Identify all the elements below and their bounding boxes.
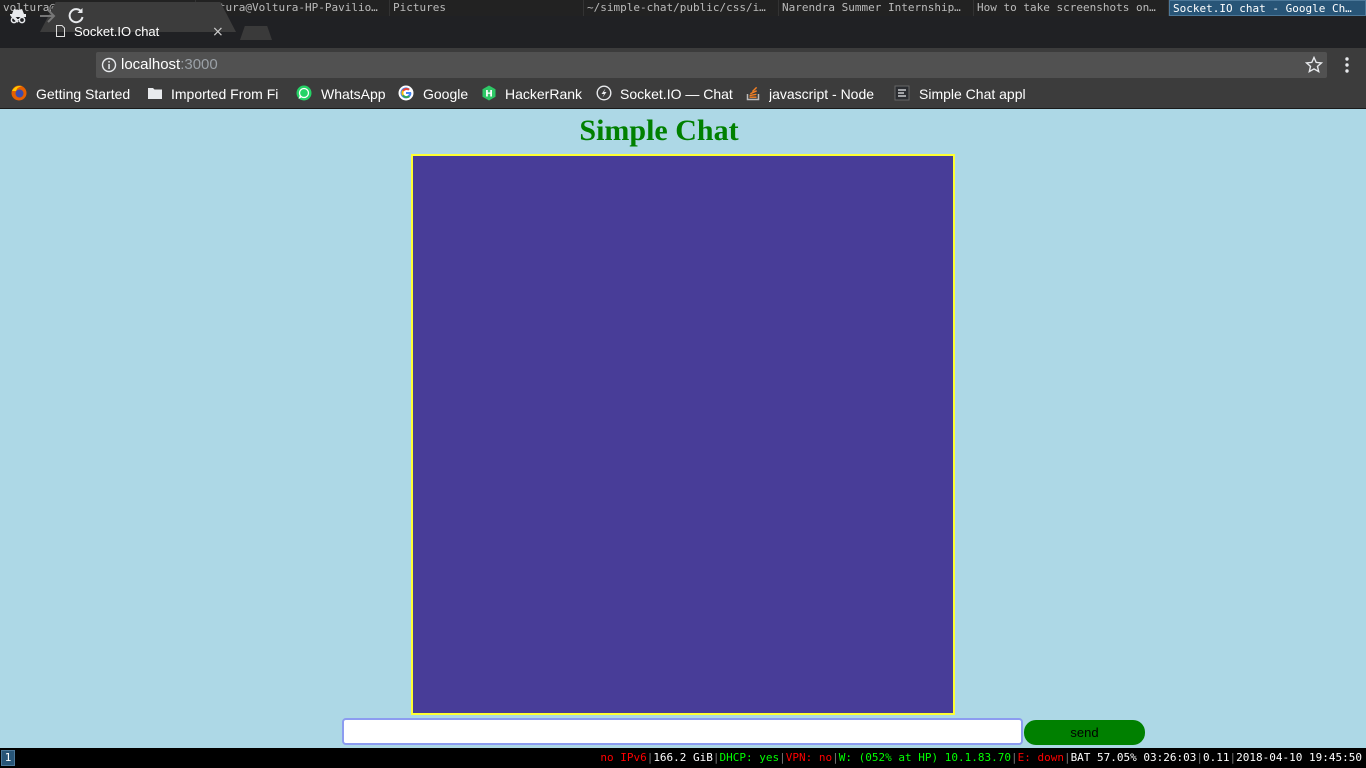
url-port: :3000 xyxy=(180,56,218,73)
bookmark-socketio-chat[interactable]: Socket.IO — Chat xyxy=(620,84,738,104)
back-icon[interactable] xyxy=(9,6,29,26)
datetime-status: 2018-04-10 19:45:50 xyxy=(1236,751,1362,764)
ipv6-status: no IPv6 xyxy=(600,751,647,764)
chat-messages-box[interactable] xyxy=(411,154,955,715)
window-title-active-chrome[interactable]: Socket.IO chat - Google Ch… xyxy=(1169,0,1366,16)
workspace-button[interactable]: 1 xyxy=(1,750,15,766)
whatsapp-icon xyxy=(296,85,312,101)
page-title: Simple Chat xyxy=(579,114,739,147)
firefox-icon xyxy=(11,85,27,101)
new-tab-button[interactable] xyxy=(240,26,272,40)
battery-status: BAT 57.05% 03:26:03 xyxy=(1070,751,1197,764)
message-input[interactable] xyxy=(342,718,1023,745)
wifi-status: W: (052% at HP) 10.1.83.70 xyxy=(838,751,1011,764)
page-icon xyxy=(894,85,910,101)
svg-text:H: H xyxy=(485,90,493,100)
bookmark-javascript-node[interactable]: javascript - Node xyxy=(769,84,883,104)
tab-title: Socket.IO chat xyxy=(74,24,160,39)
bookmark-whatsapp[interactable]: WhatsApp xyxy=(321,84,393,104)
disk-status: 166.2 GiB xyxy=(653,751,713,764)
socketio-icon xyxy=(596,85,612,101)
vpn-status: VPN: no xyxy=(785,751,833,764)
info-icon[interactable] xyxy=(101,57,117,73)
bookmark-star-icon[interactable] xyxy=(1305,56,1323,74)
ethernet-status: E: down xyxy=(1017,751,1064,764)
window-title-pictures[interactable]: Pictures xyxy=(390,0,584,16)
forward-icon[interactable] xyxy=(37,6,57,26)
dhcp-status: DHCP: yes xyxy=(719,751,780,764)
window-title-screenshots[interactable]: How to take screenshots on… xyxy=(974,0,1169,16)
send-button[interactable]: send xyxy=(1024,720,1145,745)
address-bar[interactable] xyxy=(96,52,1327,78)
reload-icon[interactable] xyxy=(66,6,86,26)
menu-dots-icon[interactable] xyxy=(1339,56,1355,74)
document-icon xyxy=(56,25,65,37)
bookmark-google[interactable]: Google xyxy=(423,84,475,104)
bookmark-hackerrank[interactable]: HackerRank xyxy=(505,84,589,104)
status-readout: no IPv6|166.2 GiB|DHCP: yes|VPN: no|W: (… xyxy=(600,751,1362,764)
load-status: 0.11 xyxy=(1203,751,1230,764)
stackoverflow-icon xyxy=(746,86,760,101)
window-title-internship[interactable]: Narendra Summer Internship… xyxy=(779,0,974,16)
hackerrank-icon: H xyxy=(482,85,496,101)
bookmark-simple-chat-app[interactable]: Simple Chat appl xyxy=(919,84,1031,104)
folder-icon xyxy=(148,88,162,99)
window-title-editor[interactable]: ~/simple-chat/public/css/i… xyxy=(584,0,779,16)
bookmark-getting-started[interactable]: Getting Started xyxy=(36,84,140,104)
google-icon xyxy=(398,85,414,101)
url-host: localhost xyxy=(121,56,181,73)
url-text[interactable]: localhost:3000 xyxy=(121,56,218,73)
tab-close-icon[interactable]: × xyxy=(212,24,224,40)
bookmark-imported-from-firefox[interactable]: Imported From Fi xyxy=(171,84,283,104)
